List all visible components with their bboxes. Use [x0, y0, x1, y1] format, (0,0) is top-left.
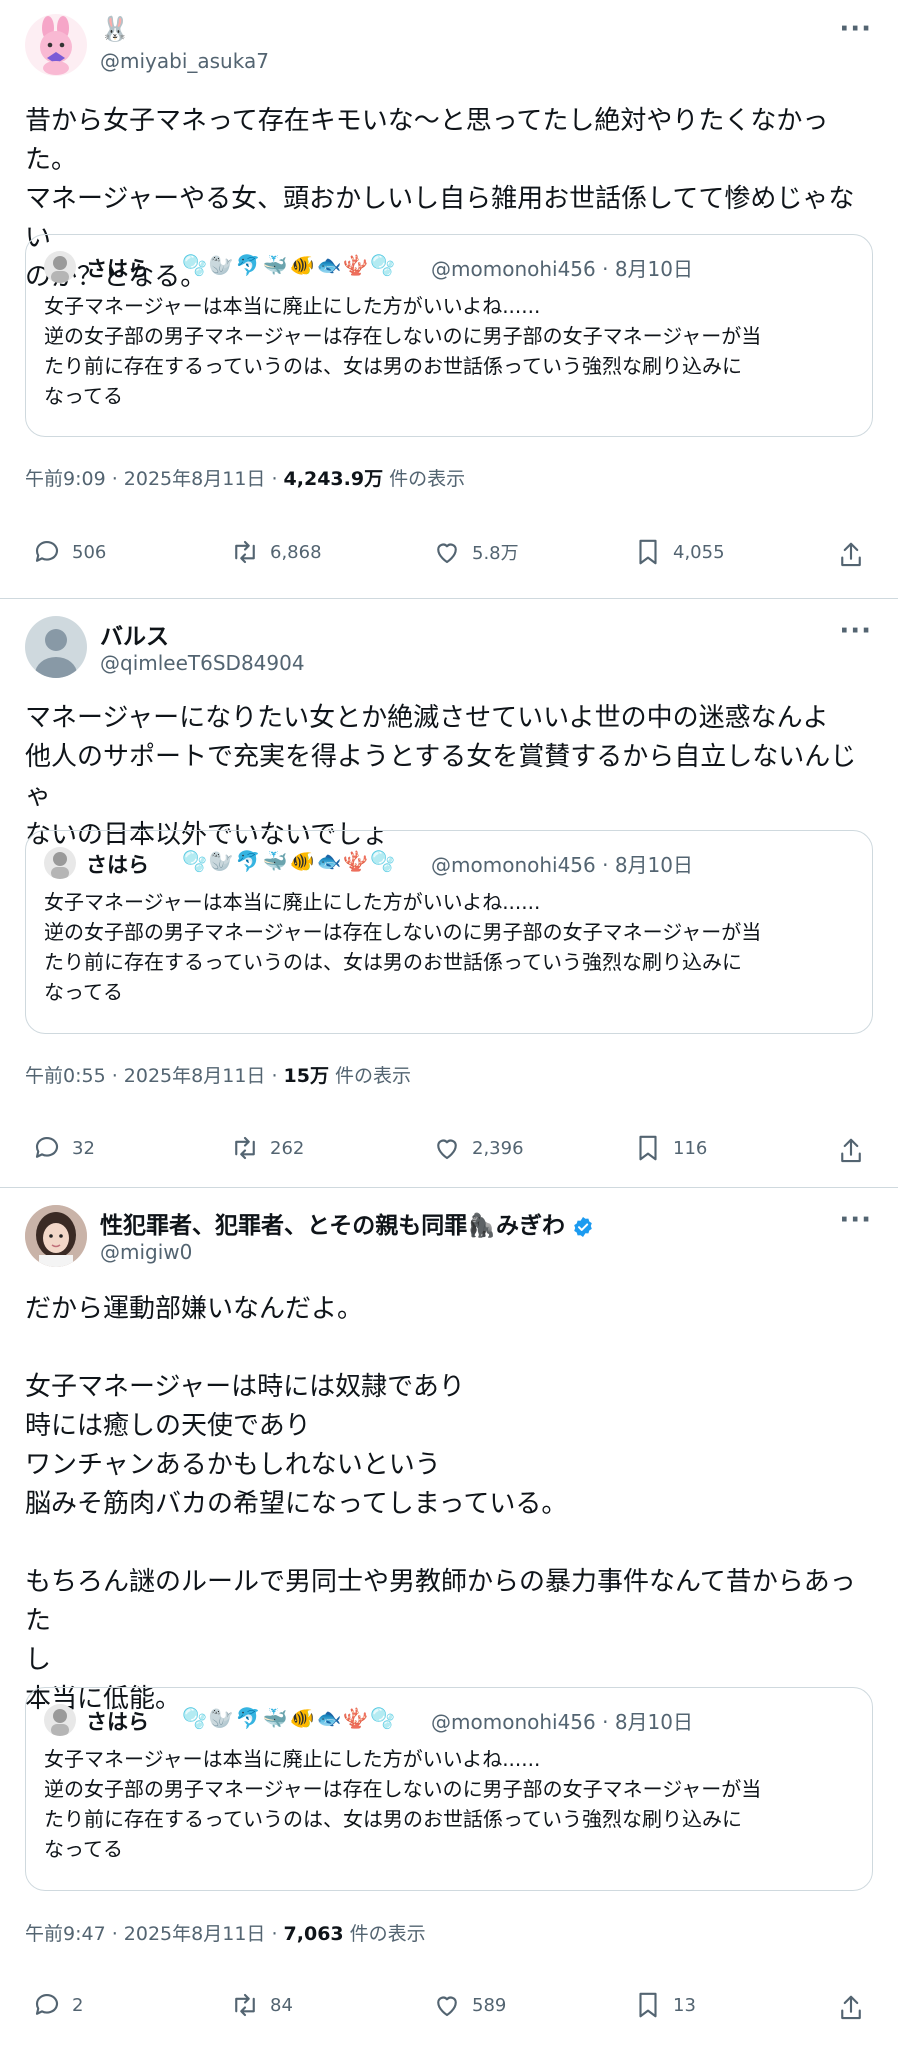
share-icon: [841, 542, 861, 567]
like-icon: [437, 543, 457, 564]
quote-author-name: さはら: [86, 1710, 149, 1734]
reply-count: 2: [72, 1994, 84, 2016]
tweet-text: だから運動部嫌いなんだよ。 女子マネージャーは時には奴隷であり 時には癒しの天使…: [25, 1294, 856, 1714]
retweet-count: 6,868: [270, 541, 322, 563]
default-avatar-image: [35, 629, 77, 678]
tweet-1[interactable]: 🐰 @miyabi_asuka7 ··· 昔から女子マネって存在キモいな〜と思っ…: [0, 0, 898, 598]
author-handle[interactable]: @migiw0: [100, 1240, 192, 1264]
reply-icon: [35, 540, 59, 562]
like-icon: [437, 1996, 457, 2017]
author-name-text: 性犯罪者、犯罪者、とその親も同罪🦍みぎわ: [100, 1213, 565, 1239]
quoted-tweet[interactable]: さはら 🫧🦭🐬🐳🐠🐟🪸🫧 @momonohi456 · 8月10日 女子マネージ…: [25, 1687, 873, 1891]
reply-button[interactable]: 2: [32, 1990, 83, 2020]
view-label: 件の表示: [343, 1923, 426, 1945]
quote-avatar: [44, 1704, 76, 1736]
retweet-icon: [235, 1136, 255, 1160]
retweet-count: 84: [270, 1994, 293, 2016]
reply-count: 506: [72, 541, 107, 563]
like-count: 589: [472, 1994, 507, 2016]
author-name[interactable]: バルス: [100, 617, 169, 651]
bookmark-button[interactable]: 4,055: [633, 537, 725, 567]
bookmark-icon: [639, 1992, 657, 2018]
action-bar: 32 262 2,396 116: [0, 1133, 898, 1173]
action-bar: 2 84 589 13: [0, 1990, 898, 2030]
reply-count: 32: [72, 1137, 95, 1159]
retweet-icon: [235, 1993, 255, 2017]
share-button[interactable]: [836, 1993, 866, 2027]
like-button[interactable]: 2,396: [432, 1133, 524, 1163]
view-label: 件の表示: [383, 468, 466, 490]
retweet-button[interactable]: 262: [230, 1133, 304, 1163]
view-label: 件の表示: [328, 1065, 412, 1087]
share-icon: [841, 1138, 861, 1163]
reply-icon: [35, 1136, 59, 1158]
share-button[interactable]: [836, 540, 866, 574]
reply-button[interactable]: 32: [32, 1133, 95, 1163]
quote-avatar: [44, 251, 76, 283]
like-button[interactable]: 5.8万: [432, 537, 519, 567]
bookmark-icon: [639, 539, 657, 565]
author-handle[interactable]: @qimleeT6SD84904: [100, 651, 305, 675]
avatar-migiw[interactable]: [25, 1205, 87, 1267]
bunny-avatar-image: [40, 16, 72, 75]
tweet-3[interactable]: 性犯罪者、犯罪者、とその親も同罪🦍みぎわ @migiw0 ··· だから運動部嫌…: [0, 1188, 898, 2046]
more-icon[interactable]: ···: [839, 1205, 872, 1235]
quote-text: 女子マネージャーは本当に廃止にした方がいいよね...... 逆の女子部の男子マネ…: [44, 1747, 762, 1861]
tweet-meta: 午前9:09 · 2025年8月11日 · 4,243.9万 件の表示: [25, 464, 465, 491]
action-bar: 506 6,868 5.8万 4,055: [0, 537, 898, 577]
view-count: 4,243.9万: [283, 468, 384, 490]
author-name[interactable]: 🐰: [100, 15, 130, 43]
view-count: 15万: [283, 1065, 329, 1087]
quote-text: 女子マネージャーは本当に廃止にした方がいいよね...... 逆の女子部の男子マネ…: [44, 294, 762, 408]
quote-author-emoji: 🫧🦭🐬🐳🐠🐟🪸🫧: [182, 1706, 398, 1730]
tweet-meta: 午前0:55 · 2025年8月11日 · 15万 件の表示: [25, 1061, 411, 1088]
like-button[interactable]: 589: [432, 1990, 506, 2020]
like-icon: [437, 1139, 457, 1160]
timestamp[interactable]: 午前9:47 · 2025年8月11日 ·: [25, 1923, 284, 1945]
share-button[interactable]: [836, 1136, 866, 1170]
photo-avatar-image: [25, 1205, 87, 1267]
timestamp[interactable]: 午前0:55 · 2025年8月11日 ·: [25, 1065, 284, 1087]
bookmark-button[interactable]: 13: [633, 1990, 696, 2020]
more-icon[interactable]: ···: [839, 14, 872, 44]
avatar-default[interactable]: [25, 616, 87, 678]
bookmark-count: 4,055: [673, 541, 725, 563]
like-count: 5.8万: [472, 543, 519, 564]
quote-author-handle: @momonohi456 · 8月10日: [431, 1710, 694, 1734]
author-handle[interactable]: @miyabi_asuka7: [100, 49, 269, 73]
avatar-miyabi[interactable]: [25, 14, 87, 76]
quote-author-handle: @momonohi456 · 8月10日: [431, 853, 694, 877]
quote-author-emoji: 🫧🦭🐬🐳🐠🐟🪸🫧: [182, 849, 398, 873]
reply-icon: [35, 1993, 59, 2015]
quote-author-name: さはら: [86, 853, 149, 877]
tweet-2[interactable]: バルス @qimleeT6SD84904 ··· マネージャーになりたい女とか絶…: [0, 599, 898, 1187]
author-name[interactable]: 性犯罪者、犯罪者、とその親も同罪🦍みぎわ: [100, 1206, 595, 1240]
timestamp[interactable]: 午前9:09 · 2025年8月11日 ·: [25, 468, 284, 490]
like-count: 2,396: [472, 1137, 524, 1159]
quoted-tweet[interactable]: さはら 🫧🦭🐬🐳🐠🐟🪸🫧 @momonohi456 · 8月10日 女子マネージ…: [25, 234, 873, 437]
quote-text: 女子マネージャーは本当に廃止にした方がいいよね...... 逆の女子部の男子マネ…: [44, 890, 762, 1004]
quote-avatar: [44, 847, 76, 879]
retweet-count: 262: [270, 1137, 305, 1159]
retweet-button[interactable]: 6,868: [230, 537, 322, 567]
retweet-icon: [235, 540, 255, 564]
bookmark-count: 13: [673, 1994, 696, 2016]
share-icon: [841, 1995, 861, 2020]
reply-button[interactable]: 506: [32, 537, 106, 567]
bookmark-button[interactable]: 116: [633, 1133, 707, 1163]
bookmark-count: 116: [673, 1137, 708, 1159]
more-icon[interactable]: ···: [839, 616, 872, 646]
quoted-tweet[interactable]: さはら 🫧🦭🐬🐳🐠🐟🪸🫧 @momonohi456 · 8月10日 女子マネージ…: [25, 830, 873, 1034]
quote-author-emoji: 🫧🦭🐬🐳🐠🐟🪸🫧: [182, 253, 398, 277]
bookmark-icon: [639, 1135, 657, 1161]
tweet-meta: 午前9:47 · 2025年8月11日 · 7,063 件の表示: [25, 1919, 426, 1946]
retweet-button[interactable]: 84: [230, 1990, 293, 2020]
verified-icon: [574, 1216, 592, 1237]
quote-author-name: さはら: [86, 257, 149, 281]
view-count: 7,063: [283, 1923, 344, 1945]
quote-author-handle: @momonohi456 · 8月10日: [431, 257, 694, 281]
